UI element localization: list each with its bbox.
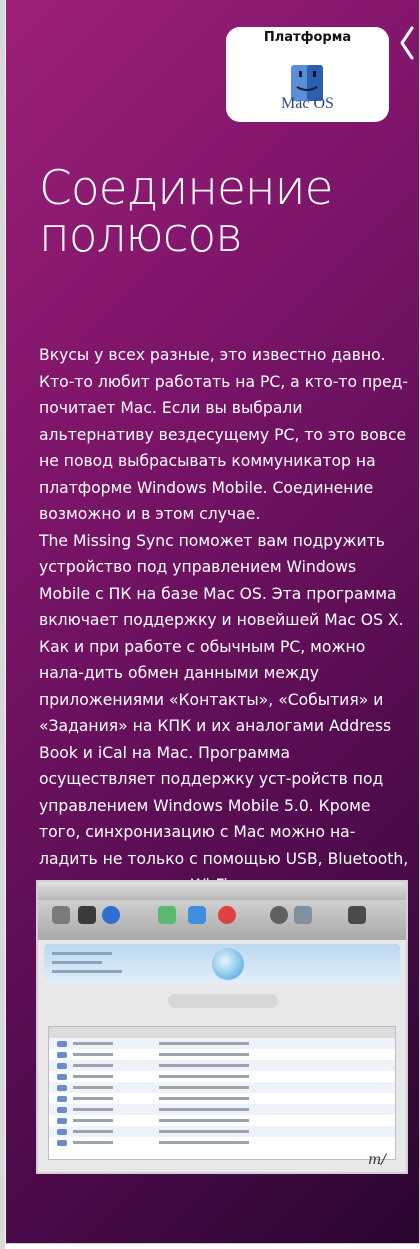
toolbar-icon bbox=[102, 906, 120, 924]
platform-badge: Платформа Mac OS bbox=[226, 27, 389, 122]
chevron-left-icon[interactable] bbox=[396, 24, 418, 62]
screenshot-toolbar bbox=[38, 900, 406, 940]
mark-logo: m/ bbox=[368, 1152, 386, 1168]
table-row bbox=[49, 1093, 395, 1104]
toolbar-icon bbox=[52, 906, 70, 924]
table-row bbox=[49, 1104, 395, 1115]
toolbar-icon bbox=[218, 906, 236, 924]
paragraph-2: The Missing Sync поможет вам подружить у… bbox=[39, 531, 404, 630]
platform-badge-label: Платформа bbox=[226, 27, 389, 49]
article-title: Соединение полюсов bbox=[39, 161, 334, 263]
table-row bbox=[49, 1137, 395, 1148]
mac-os-logo-text: Mac OS bbox=[281, 95, 334, 112]
table-row bbox=[49, 1060, 395, 1071]
toolbar-icon bbox=[294, 906, 312, 924]
screenshot-table bbox=[48, 1026, 396, 1160]
paragraph-1: Вкусы у всех разные, это известно давно.… bbox=[39, 346, 409, 523]
table-row bbox=[49, 1049, 395, 1060]
toolbar-icon bbox=[270, 906, 288, 924]
table-row bbox=[49, 1126, 395, 1137]
toolbar-icon bbox=[158, 906, 176, 924]
table-header bbox=[49, 1027, 395, 1038]
table-row bbox=[49, 1071, 395, 1082]
sync-globe-icon bbox=[212, 948, 244, 980]
screenshot-tabs bbox=[168, 994, 278, 1008]
page-edge bbox=[0, 0, 5, 1249]
toolbar-icon bbox=[348, 906, 366, 924]
paragraph-3: Как и при работе с обычным PC, можно нал… bbox=[39, 637, 409, 895]
table-row bbox=[49, 1038, 395, 1049]
article-body: Вкусы у всех разные, это известно давно.… bbox=[39, 342, 409, 899]
table-row bbox=[49, 1115, 395, 1126]
table-row bbox=[49, 1082, 395, 1093]
article-panel: Платформа Mac OS Соединение полюсов Вкус… bbox=[6, 0, 420, 1244]
missing-sync-screenshot: m/ bbox=[36, 880, 408, 1174]
screenshot-titlebar bbox=[38, 882, 406, 900]
screenshot-info-panel bbox=[44, 944, 400, 984]
toolbar-icon bbox=[78, 906, 96, 924]
toolbar-icon bbox=[188, 906, 206, 924]
